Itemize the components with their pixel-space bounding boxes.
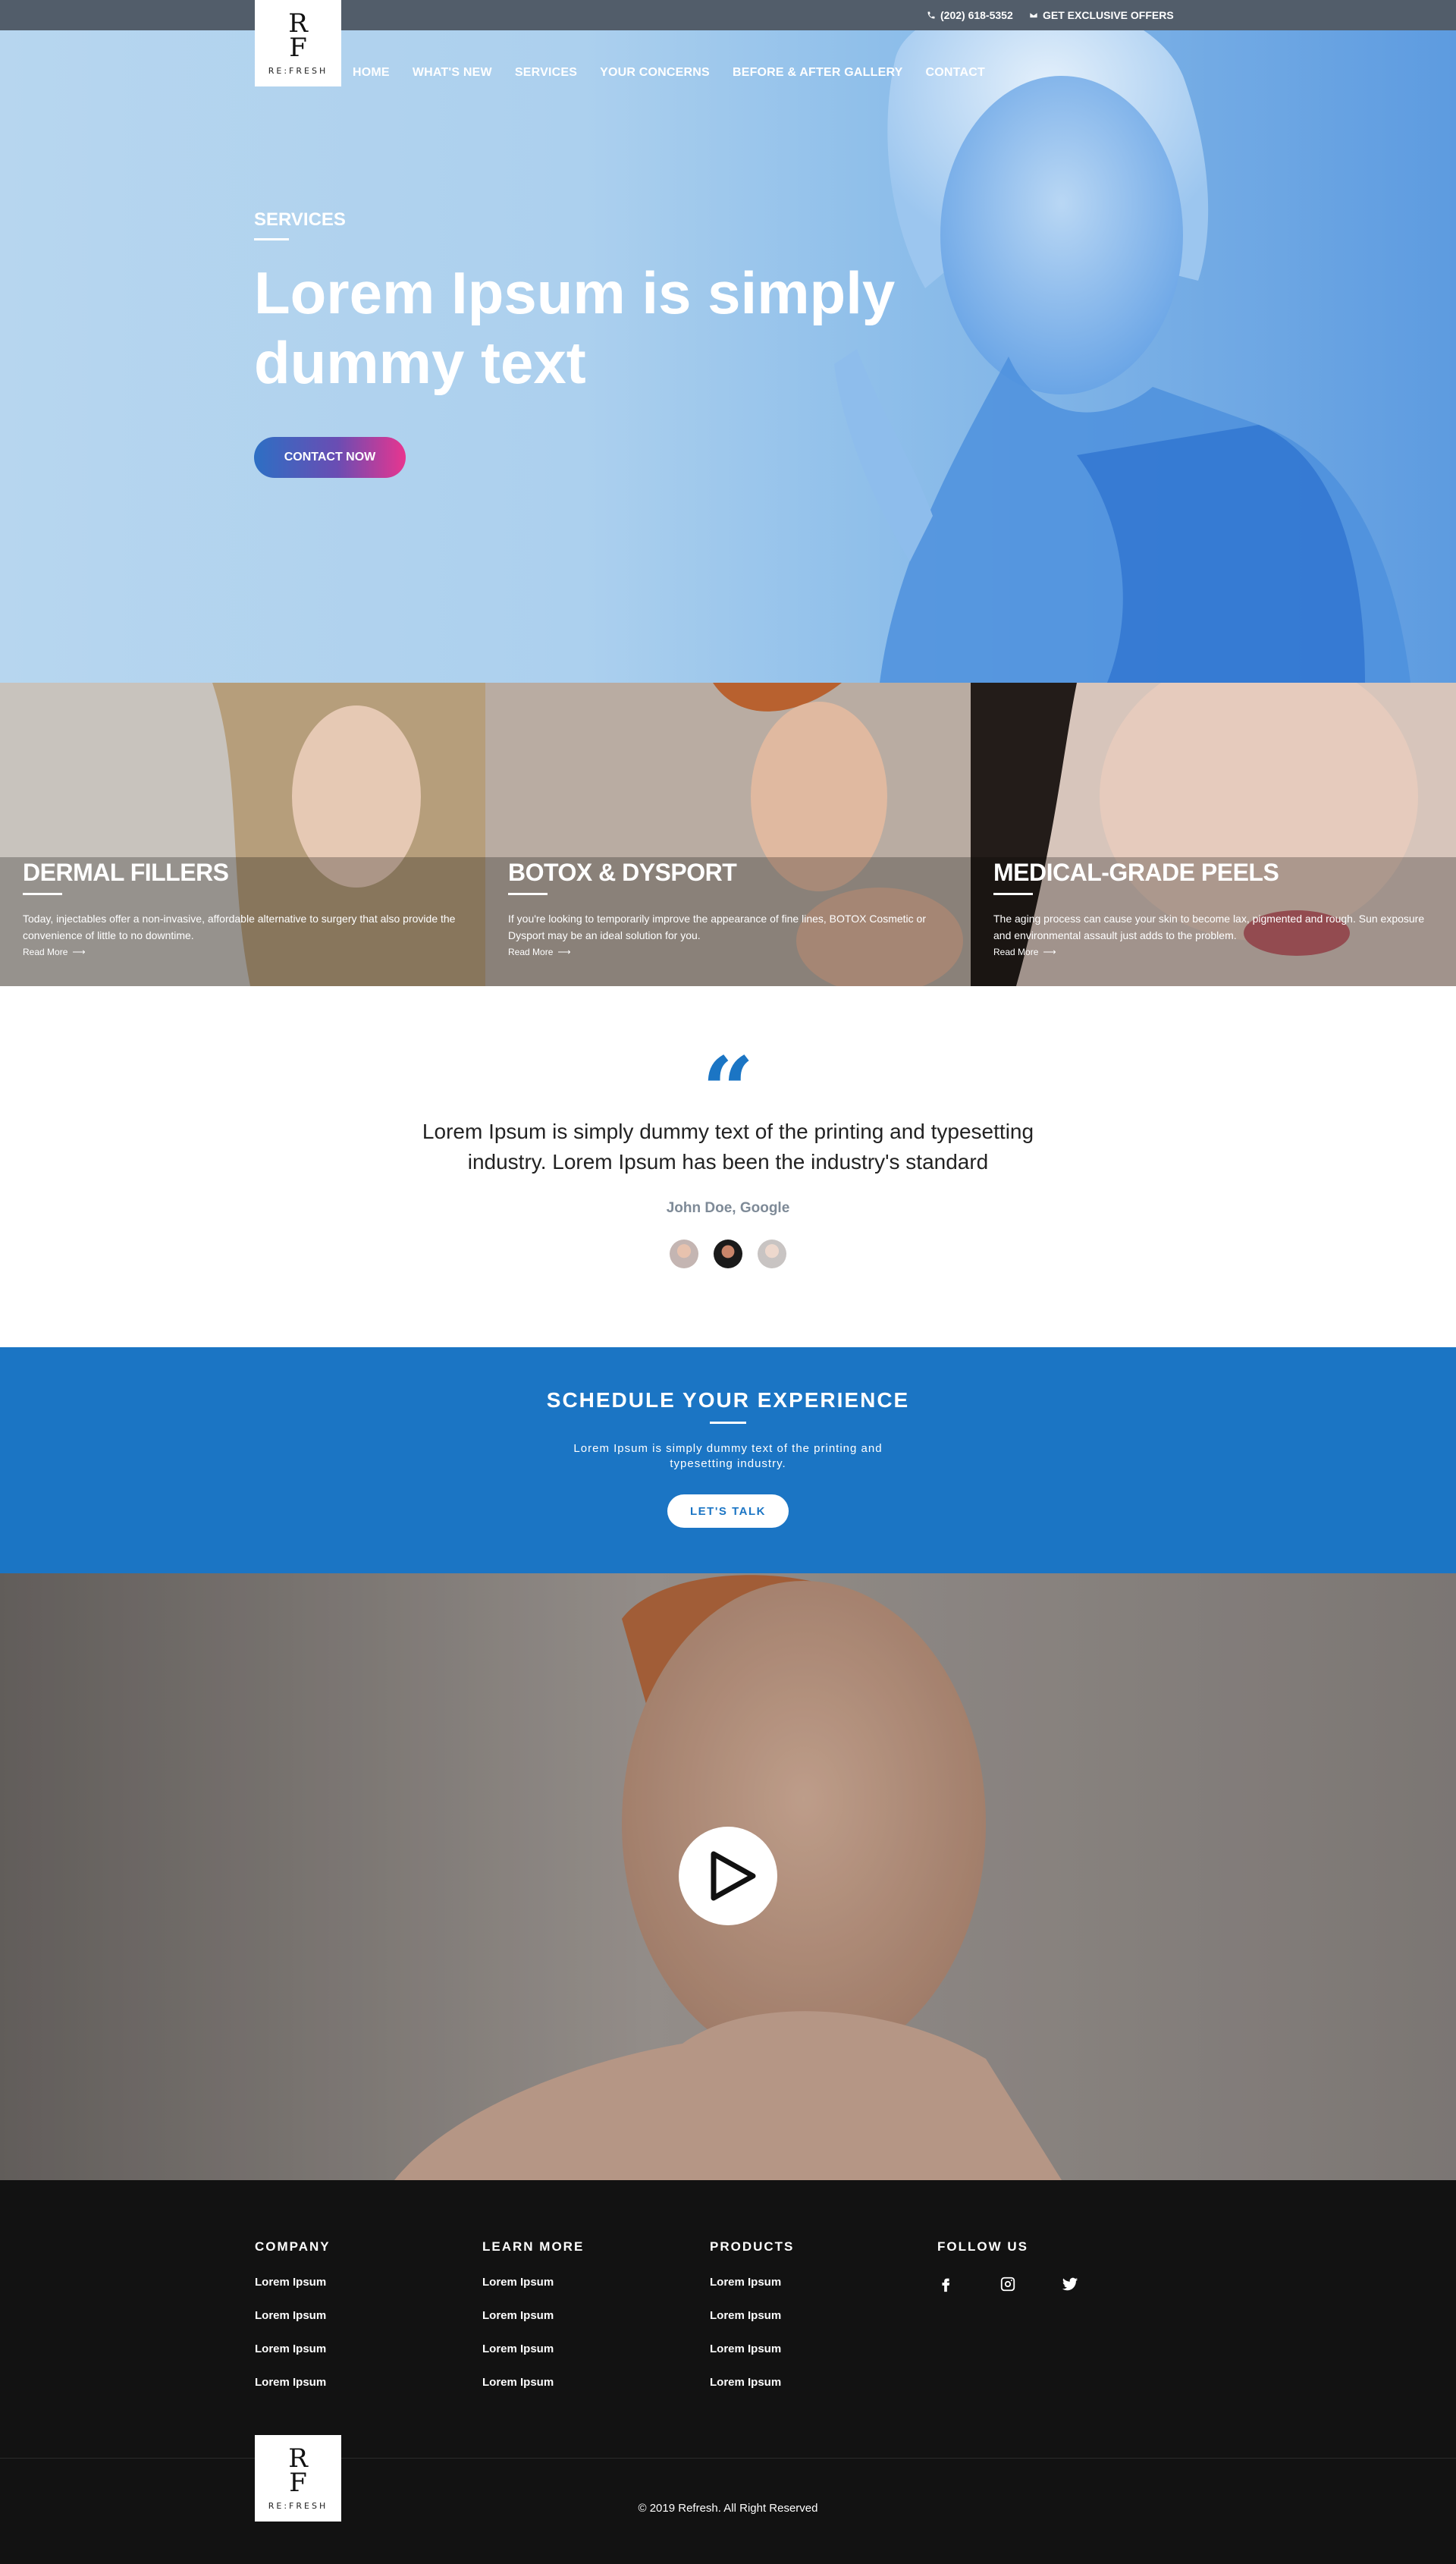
footer-link[interactable]: Lorem Ipsum: [482, 2376, 695, 2409]
read-more-link[interactable]: Read More ⟶: [23, 947, 463, 957]
phone-number: (202) 618-5352: [940, 9, 1013, 21]
service-title-underline: [508, 893, 548, 895]
phone-icon: [927, 11, 935, 19]
nav-home[interactable]: HOME: [353, 66, 390, 80]
service-card-medical-grade-peels[interactable]: MEDICAL-GRADE PEELS The aging process ca…: [971, 683, 1456, 986]
play-icon: [711, 1851, 756, 1901]
testimonial-author: John Doe, Google: [666, 1200, 790, 1216]
service-description: The aging process can cause your skin to…: [993, 913, 1425, 941]
services-cards: DERMAL FILLERS Today, injectables offer …: [0, 683, 1456, 986]
copyright-text: © 2019 Refresh. All Right Reserved: [638, 2502, 818, 2515]
service-card-botox-dysport[interactable]: BOTOX & DYSPORT If you're looking to tem…: [485, 683, 971, 986]
video-section: [0, 1573, 1456, 2180]
exclusive-offers-label: GET EXCLUSIVE OFFERS: [1043, 9, 1174, 21]
top-bar: (202) 618-5352 GET EXCLUSIVE OFFERS: [0, 0, 1456, 30]
footer-link[interactable]: Lorem Ipsum: [482, 2309, 695, 2342]
footer-column-title: COMPANY: [255, 2239, 331, 2254]
testimonial-avatar-selector: [0, 1240, 1456, 1268]
schedule-description: Lorem Ipsum is simply dummy text of the …: [573, 1442, 883, 1470]
schedule-title-underline: [710, 1422, 746, 1424]
nav-your-concerns[interactable]: YOUR CONCERNS: [600, 66, 710, 80]
avatar[interactable]: [758, 1240, 786, 1268]
nav-contact[interactable]: CONTACT: [926, 66, 985, 80]
service-card-dermal-fillers[interactable]: DERMAL FILLERS Today, injectables offer …: [0, 683, 485, 986]
hero-eyebrow: SERVICES: [254, 209, 346, 230]
hero-section: SERVICES Lorem Ipsum is simply dummy tex…: [0, 30, 1456, 683]
footer-column-follow-us: FOLLOW US: [937, 2239, 1150, 2292]
avatar-active[interactable]: [714, 1240, 742, 1268]
footer-link[interactable]: Lorem Ipsum: [255, 2309, 467, 2342]
service-title: BOTOX & DYSPORT: [508, 859, 737, 886]
footer-column-learn-more: LEARN MORE Lorem Ipsum Lorem Ipsum Lorem…: [482, 2239, 695, 2409]
footer-link[interactable]: Lorem Ipsum: [482, 2276, 695, 2309]
testimonial-quote: Lorem Ipsum is simply dummy text of the …: [422, 1120, 1034, 1174]
read-more-link[interactable]: Read More ⟶: [993, 947, 1433, 957]
envelope-icon: [1029, 12, 1038, 18]
service-title-underline: [993, 893, 1033, 895]
schedule-section: SCHEDULE YOUR EXPERIENCE Lorem Ipsum is …: [0, 1347, 1456, 1573]
footer-link[interactable]: Lorem Ipsum: [710, 2342, 922, 2376]
footer-logo[interactable]: R F RE:FRESH: [255, 2435, 341, 2522]
footer-column-products: PRODUCTS Lorem Ipsum Lorem Ipsum Lorem I…: [710, 2239, 922, 2409]
social-links: [937, 2276, 1150, 2292]
footer-column-title: LEARN MORE: [482, 2239, 585, 2254]
arrow-right-icon: ⟶: [557, 947, 571, 957]
avatar[interactable]: [670, 1240, 698, 1268]
footer-link[interactable]: Lorem Ipsum: [710, 2376, 922, 2409]
service-title-underline: [23, 893, 62, 895]
schedule-title: SCHEDULE YOUR EXPERIENCE: [546, 1388, 910, 1412]
phone-link[interactable]: (202) 618-5352: [927, 0, 1013, 30]
arrow-right-icon: ⟶: [1043, 947, 1056, 957]
main-nav: HOME WHAT'S NEW SERVICES YOUR CONCERNS B…: [353, 30, 1008, 115]
footer-link[interactable]: Lorem Ipsum: [255, 2276, 467, 2309]
footer-divider: [0, 2458, 1456, 2459]
nav-before-after-gallery[interactable]: BEFORE & AFTER GALLERY: [733, 66, 903, 80]
logo-monogram: R F: [288, 2443, 308, 2498]
logo-wordmark: RE:FRESH: [268, 2500, 328, 2511]
logo-wordmark: RE:FRESH: [268, 65, 328, 76]
lets-talk-button[interactable]: LET'S TALK: [667, 1494, 789, 1528]
footer-link[interactable]: Lorem Ipsum: [710, 2309, 922, 2342]
footer-link[interactable]: Lorem Ipsum: [255, 2376, 467, 2409]
exclusive-offers-link[interactable]: GET EXCLUSIVE OFFERS: [1029, 0, 1174, 30]
twitter-icon[interactable]: [1062, 2276, 1078, 2292]
service-title: MEDICAL-GRADE PEELS: [993, 859, 1279, 886]
testimonial-section: “ Lorem Ipsum is simply dummy text of th…: [0, 986, 1456, 1347]
nav-whats-new[interactable]: WHAT'S NEW: [413, 66, 492, 80]
arrow-right-icon: ⟶: [72, 947, 86, 957]
footer-column-title: FOLLOW US: [937, 2239, 1028, 2254]
footer-link[interactable]: Lorem Ipsum: [255, 2342, 467, 2376]
header-logo[interactable]: R F RE:FRESH: [255, 0, 341, 86]
quote-icon: “: [701, 1037, 755, 1144]
logo-monogram: R F: [288, 8, 308, 63]
hero-headline: Lorem Ipsum is simply dummy text: [254, 259, 896, 396]
footer-link[interactable]: Lorem Ipsum: [710, 2276, 922, 2309]
instagram-icon[interactable]: [999, 2276, 1016, 2292]
facebook-icon[interactable]: [937, 2276, 954, 2292]
site-footer: COMPANY Lorem Ipsum Lorem Ipsum Lorem Ip…: [0, 2180, 1456, 2564]
footer-column-company: COMPANY Lorem Ipsum Lorem Ipsum Lorem Ip…: [255, 2239, 467, 2409]
hero-eyebrow-underline: [254, 238, 289, 240]
service-description: Today, injectables offer a non-invasive,…: [23, 913, 456, 941]
footer-link[interactable]: Lorem Ipsum: [482, 2342, 695, 2376]
service-title: DERMAL FILLERS: [23, 859, 229, 886]
contact-now-button[interactable]: CONTACT NOW: [254, 437, 406, 478]
footer-column-title: PRODUCTS: [710, 2239, 795, 2254]
play-video-button[interactable]: [679, 1827, 777, 1925]
nav-services[interactable]: SERVICES: [515, 66, 577, 80]
read-more-link[interactable]: Read More ⟶: [508, 947, 948, 957]
service-description: If you're looking to temporarily improve…: [508, 913, 927, 941]
